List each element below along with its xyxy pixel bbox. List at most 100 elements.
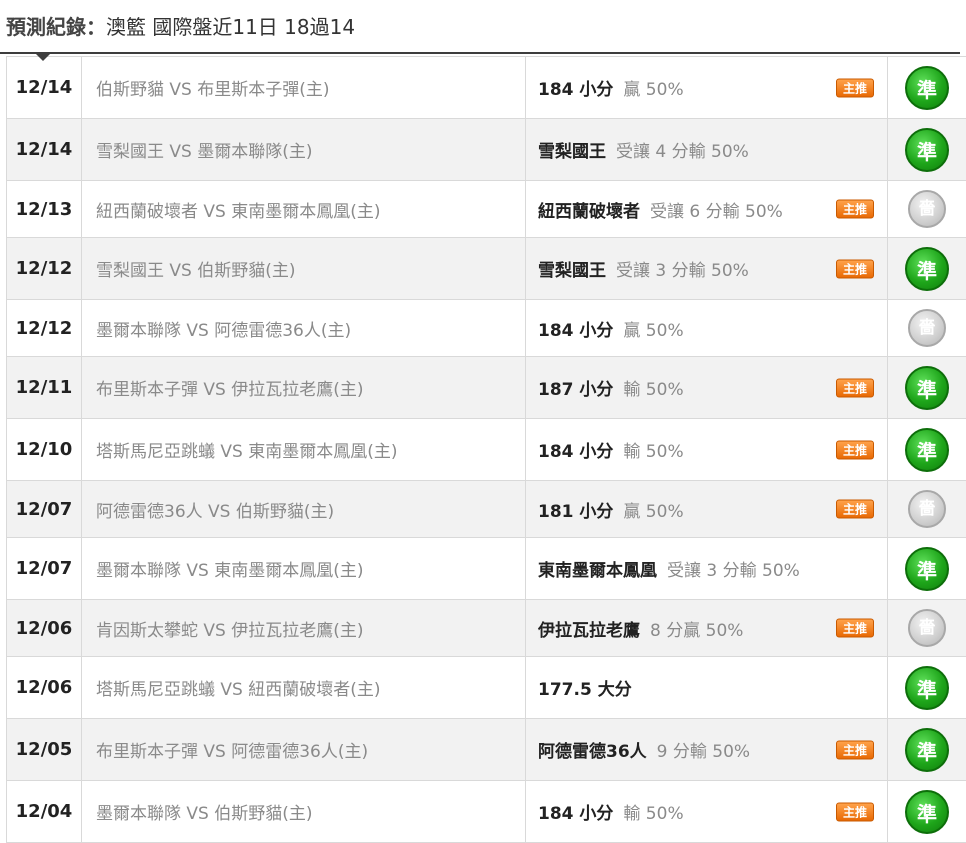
pick-detail: 輸 50%: [623, 804, 683, 824]
result-miss-icon: 嗇: [908, 309, 946, 347]
pick-detail: 8 分贏 50%: [650, 621, 743, 641]
record-pick: 雪梨國王受讓 3 分輸 50% 主推: [526, 238, 888, 300]
featured-badge: 主推: [836, 259, 874, 278]
record-result: 準: [888, 57, 966, 119]
result-hit-icon: 準: [905, 666, 949, 710]
pick-main: 伊拉瓦拉老鷹: [538, 621, 640, 641]
record-result: 準: [888, 719, 966, 781]
record-row: 12/10塔斯馬尼亞跳蟻 VS 東南墨爾本鳳凰(主)184 小分輸 50%主推準: [7, 419, 966, 481]
featured-badge: 主推: [836, 378, 874, 397]
featured-badge: 主推: [836, 802, 874, 821]
pick-detail: 受讓 3 分輸 50%: [616, 261, 749, 281]
record-pick: 181 小分贏 50%主推: [526, 481, 888, 538]
records-header: 預測紀錄：澳籃 國際盤近11日 18過14: [0, 0, 960, 54]
record-pick: 177.5 大分: [526, 657, 888, 719]
pick-main: 177.5 大分: [538, 680, 632, 700]
record-result: 準: [888, 238, 966, 300]
record-pick: 紐西蘭破壞者受讓 6 分輸 50% 主推: [526, 181, 888, 238]
record-pick: 184 小分輸 50% 主推: [526, 781, 888, 843]
pick-main: 東南墨爾本鳳凰: [538, 561, 657, 581]
record-match: 布里斯本子彈 VS 伊拉瓦拉老鷹(主): [82, 357, 526, 419]
pick-detail: 贏 50%: [623, 321, 683, 341]
record-row: 12/11布里斯本子彈 VS 伊拉瓦拉老鷹(主)187 小分輸 50%主推準: [7, 357, 966, 419]
record-pick: 伊拉瓦拉老鷹 8 分贏 50% 主推: [526, 600, 888, 657]
pick-main: 阿德雷德36人: [538, 742, 647, 762]
record-match: 阿德雷德36人 VS 伯斯野貓(主): [82, 481, 526, 538]
title-separator: ：: [86, 15, 106, 39]
record-row: 12/07阿德雷德36人 VS 伯斯野貓(主)181 小分贏 50%主推嗇: [7, 481, 966, 538]
record-match: 布里斯本子彈 VS 阿德雷德36人(主): [82, 719, 526, 781]
pick-main: 雪梨國王: [538, 261, 606, 281]
title-league: 澳籃: [106, 15, 146, 39]
pick-main: 184 小分: [538, 80, 613, 100]
record-match: 墨爾本聯隊 VS 東南墨爾本鳳凰(主): [82, 538, 526, 600]
pick-main: 184 小分: [538, 321, 613, 341]
prediction-records-table: 12/14伯斯野貓 VS 布里斯本子彈(主)184 小分贏 50%主推準12/1…: [6, 56, 966, 843]
record-date: 12/12: [7, 238, 82, 300]
record-row: 12/12墨爾本聯隊 VS 阿德雷德36人(主)184 小分贏 50%嗇: [7, 300, 966, 357]
result-hit-icon: 準: [905, 790, 949, 834]
record-date: 12/14: [7, 119, 82, 181]
pick-main: 雪梨國王: [538, 142, 606, 162]
record-pick: 187 小分輸 50%主推: [526, 357, 888, 419]
result-hit-icon: 準: [905, 66, 949, 110]
pick-main: 紐西蘭破壞者: [538, 202, 640, 222]
record-row: 12/06肯因斯太攀蛇 VS 伊拉瓦拉老鷹(主)伊拉瓦拉老鷹8 分贏 50%主推…: [7, 600, 966, 657]
result-miss-icon: 嗇: [908, 609, 946, 647]
record-match: 紐西蘭破壞者 VS 東南墨爾本鳳凰(主): [82, 181, 526, 238]
record-match: 雪梨國王 VS 墨爾本聯隊(主): [82, 119, 526, 181]
record-date: 12/07: [7, 481, 82, 538]
pick-main: 184 小分: [538, 804, 613, 824]
record-row: 12/14雪梨國王 VS 墨爾本聯隊(主)雪梨國王受讓 4 分輸 50%準: [7, 119, 966, 181]
result-hit-icon: 準: [905, 366, 949, 410]
record-match: 雪梨國王 VS 伯斯野貓(主): [82, 238, 526, 300]
record-row: 12/12雪梨國王 VS 伯斯野貓(主) 雪梨國王受讓 3 分輸 50% 主推準: [7, 238, 966, 300]
result-hit-icon: 準: [905, 728, 949, 772]
record-row: 12/05布里斯本子彈 VS 阿德雷德36人(主)阿德雷德36人9 分輸 50%…: [7, 719, 966, 781]
record-date: 12/12: [7, 300, 82, 357]
record-date: 12/06: [7, 657, 82, 719]
featured-badge: 主推: [836, 78, 874, 97]
record-date: 12/07: [7, 538, 82, 600]
pick-detail: 受讓 4 分輸 50%: [616, 142, 749, 162]
record-match: 墨爾本聯隊 VS 伯斯野貓(主): [82, 781, 526, 843]
record-result: 嗇: [888, 181, 966, 238]
record-row: 12/07墨爾本聯隊 VS 東南墨爾本鳳凰(主)東南墨爾本鳳凰受讓 3 分輸 5…: [7, 538, 966, 600]
record-result: 準: [888, 357, 966, 419]
record-pick: 雪梨國王受讓 4 分輸 50%: [526, 119, 888, 181]
record-date: 12/06: [7, 600, 82, 657]
title-prefix: 預測紀錄: [6, 15, 86, 39]
records-body: 12/14伯斯野貓 VS 布里斯本子彈(主)184 小分贏 50%主推準12/1…: [7, 57, 966, 843]
record-match: 伯斯野貓 VS 布里斯本子彈(主): [82, 57, 526, 119]
record-row: 12/13紐西蘭破壞者 VS 東南墨爾本鳳凰(主)紐西蘭破壞者受讓 6 分輸 5…: [7, 181, 966, 238]
record-result: 準: [888, 538, 966, 600]
record-date: 12/04: [7, 781, 82, 843]
pick-main: 187 小分: [538, 380, 613, 400]
record-match: 塔斯馬尼亞跳蟻 VS 紐西蘭破壞者(主): [82, 657, 526, 719]
page-title: 預測紀錄：澳籃 國際盤近11日 18過14: [6, 13, 355, 41]
record-result: 準: [888, 657, 966, 719]
featured-badge: 主推: [836, 440, 874, 459]
pick-main: 184 小分: [538, 442, 613, 462]
pick-detail: 贏 50%: [623, 502, 683, 522]
featured-badge: 主推: [836, 619, 874, 638]
result-hit-icon: 準: [905, 428, 949, 472]
record-pick: 184 小分輸 50%主推: [526, 419, 888, 481]
record-date: 12/10: [7, 419, 82, 481]
record-date: 12/11: [7, 357, 82, 419]
record-result: 嗇: [888, 300, 966, 357]
pick-main: 181 小分: [538, 502, 613, 522]
record-row: 12/06塔斯馬尼亞跳蟻 VS 紐西蘭破壞者(主) 177.5 大分 準: [7, 657, 966, 719]
record-result: 準: [888, 119, 966, 181]
featured-badge: 主推: [836, 740, 874, 759]
featured-badge: 主推: [836, 200, 874, 219]
record-date: 12/13: [7, 181, 82, 238]
record-pick: 184 小分贏 50%: [526, 300, 888, 357]
record-pick: 184 小分贏 50%主推: [526, 57, 888, 119]
pick-detail: 受讓 6 分輸 50%: [650, 202, 783, 222]
record-pick: 東南墨爾本鳳凰受讓 3 分輸 50%: [526, 538, 888, 600]
result-miss-icon: 嗇: [908, 190, 946, 228]
record-result: 嗇: [888, 481, 966, 538]
record-match: 墨爾本聯隊 VS 阿德雷德36人(主): [82, 300, 526, 357]
result-hit-icon: 準: [905, 128, 949, 172]
